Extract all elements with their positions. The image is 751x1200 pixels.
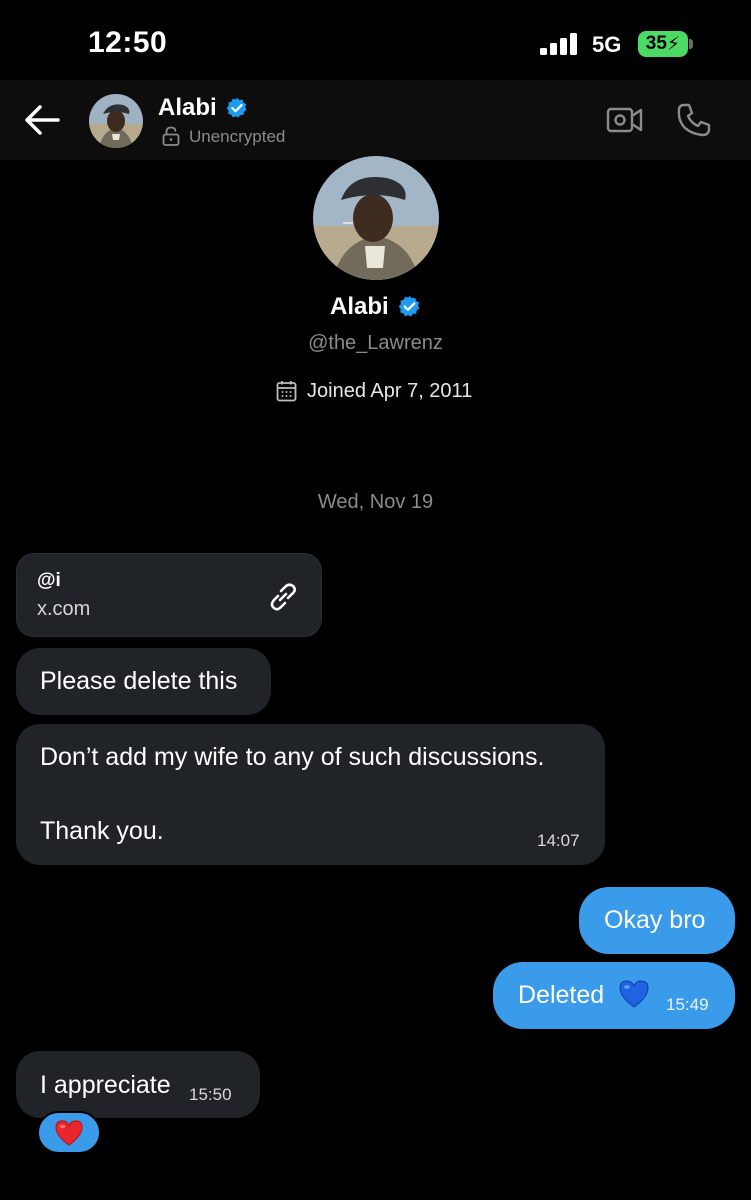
battery-tip — [689, 39, 693, 49]
link-domain: x.com — [37, 598, 91, 620]
avatar[interactable] — [89, 94, 143, 148]
message-timestamp: 14:07 — [537, 831, 580, 850]
joined-date: Joined Apr 7, 2011 — [307, 380, 473, 402]
red-heart-emoji-icon — [55, 1119, 83, 1146]
unlock-icon — [162, 126, 180, 146]
profile-handle[interactable]: @the_Lawrenz — [0, 332, 751, 355]
charging-icon: ⚡ — [666, 33, 681, 55]
header-name[interactable]: Alabi — [158, 94, 217, 122]
back-arrow-icon[interactable] — [24, 104, 60, 136]
message-text: Please delete this — [40, 667, 238, 695]
avatar-image — [89, 94, 143, 148]
date-separator: Wed, Nov 19 — [317, 491, 434, 513]
message-text: Deleted — [518, 981, 605, 1009]
message-timestamp: 15:49 — [666, 995, 709, 1014]
status-time: 12:50 — [88, 26, 168, 59]
network-label: 5G — [592, 32, 622, 57]
message-text: Okay bro — [604, 906, 706, 934]
message-text: Thank you. — [40, 817, 164, 845]
battery-level: 35 — [645, 33, 667, 54]
signal-icon — [540, 33, 577, 55]
battery-indicator: 35 ⚡ — [638, 31, 688, 57]
encryption-status: Unencrypted — [189, 127, 286, 146]
message-text: Don’t add my wife to any of such discuss… — [40, 743, 545, 771]
profile-avatar-image — [313, 156, 439, 280]
verified-badge-icon — [398, 295, 420, 317]
calendar-icon — [276, 381, 297, 402]
profile-name: Alabi — [330, 293, 389, 320]
link-title: @i — [37, 570, 61, 591]
blue-heart-emoji-icon — [619, 980, 649, 1008]
reaction-badge[interactable] — [37, 1111, 101, 1154]
video-call-icon[interactable] — [606, 104, 644, 136]
link-icon[interactable] — [266, 580, 300, 614]
message-text: I appreciate — [40, 1071, 171, 1099]
phone-call-icon[interactable] — [676, 102, 712, 138]
message-timestamp: 15:50 — [189, 1085, 232, 1104]
profile-avatar[interactable] — [313, 156, 439, 280]
verified-badge-icon — [226, 97, 247, 118]
